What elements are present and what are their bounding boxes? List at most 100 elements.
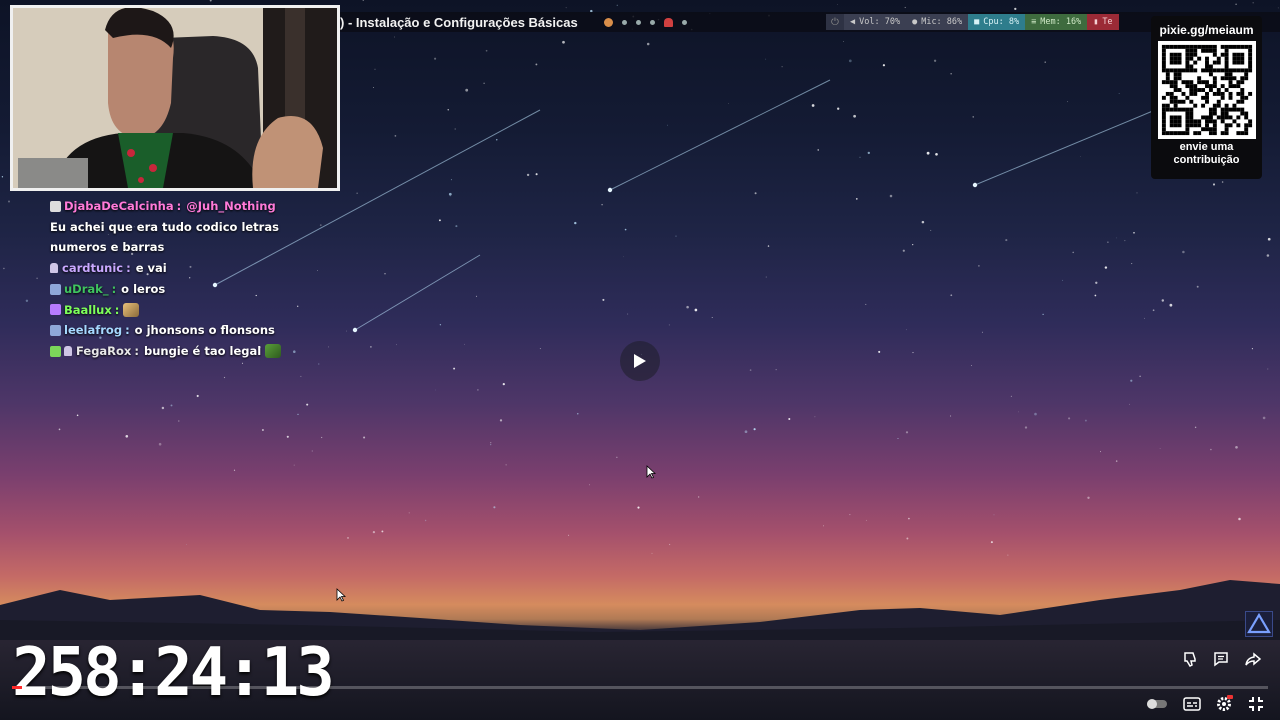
qr-module bbox=[1192, 103, 1197, 108]
qr-module bbox=[1224, 123, 1229, 128]
qr-module bbox=[1220, 76, 1225, 81]
star bbox=[1136, 192, 1138, 194]
chat-separator: : bbox=[134, 343, 139, 358]
chat-text: numeros e barras bbox=[50, 240, 165, 255]
star bbox=[1095, 281, 1098, 284]
shooting-star-head bbox=[972, 182, 978, 188]
shooting-star-head bbox=[352, 327, 358, 333]
comments-button[interactable] bbox=[1211, 649, 1231, 669]
qr-module bbox=[1173, 99, 1178, 104]
qr-module bbox=[1177, 88, 1182, 92]
star bbox=[837, 107, 840, 110]
star bbox=[1266, 254, 1270, 257]
qr-module bbox=[1188, 88, 1193, 92]
workspace-dot bbox=[621, 19, 627, 25]
qr-module bbox=[1235, 99, 1240, 104]
star bbox=[930, 229, 932, 231]
star bbox=[381, 530, 384, 533]
star bbox=[562, 40, 565, 44]
qr-module bbox=[1161, 107, 1166, 112]
qr-module bbox=[1161, 44, 1166, 49]
qr-module bbox=[1181, 44, 1185, 49]
star bbox=[848, 59, 852, 63]
qr-module bbox=[1165, 76, 1170, 81]
qr-module bbox=[1208, 131, 1213, 136]
star bbox=[823, 525, 824, 527]
star bbox=[1018, 411, 1020, 413]
qr-module bbox=[1177, 107, 1182, 112]
star bbox=[76, 414, 79, 417]
qr-module bbox=[1181, 91, 1185, 96]
qr-module bbox=[1212, 60, 1217, 65]
qr-module bbox=[1200, 44, 1205, 49]
star bbox=[1034, 412, 1037, 416]
subtitles-button[interactable] bbox=[1182, 694, 1202, 714]
exit-fullscreen-button[interactable] bbox=[1246, 694, 1266, 714]
workspace-dot bbox=[681, 19, 687, 25]
star bbox=[363, 436, 366, 439]
mic-status: ● Mic: 86% bbox=[906, 14, 969, 30]
qr-module bbox=[1228, 68, 1232, 73]
star bbox=[372, 530, 376, 534]
star bbox=[178, 420, 180, 422]
qr-module bbox=[1169, 84, 1174, 89]
star bbox=[601, 203, 603, 206]
star bbox=[311, 450, 313, 452]
qr-module bbox=[1216, 60, 1221, 65]
shooting-star bbox=[974, 107, 1161, 186]
star bbox=[384, 273, 386, 275]
star bbox=[935, 152, 938, 156]
qr-module bbox=[1188, 107, 1193, 112]
qr-module bbox=[1228, 123, 1232, 128]
qr-module bbox=[1165, 107, 1170, 112]
qr-module bbox=[1235, 84, 1240, 89]
star bbox=[867, 151, 870, 155]
donation-caption: envie uma contribuição bbox=[1173, 141, 1240, 166]
microphone-badge-icon bbox=[64, 346, 72, 357]
autoplay-toggle[interactable] bbox=[1145, 696, 1169, 712]
qr-module bbox=[1173, 115, 1178, 120]
star bbox=[602, 298, 605, 301]
qr-module bbox=[1184, 123, 1189, 128]
qr-module bbox=[1169, 107, 1174, 112]
play-button[interactable] bbox=[620, 341, 660, 381]
qr-module bbox=[1181, 131, 1185, 136]
star bbox=[449, 195, 451, 197]
share-button[interactable] bbox=[1243, 649, 1263, 669]
star bbox=[711, 317, 713, 319]
star bbox=[1107, 241, 1109, 243]
chat-emote-icon bbox=[265, 344, 282, 359]
star bbox=[1024, 426, 1028, 429]
qr-module bbox=[1247, 44, 1252, 49]
qr-module bbox=[1196, 76, 1201, 81]
mouse-cursor-icon bbox=[336, 588, 346, 602]
qr-module bbox=[1161, 48, 1166, 53]
qr-module bbox=[1239, 107, 1244, 112]
qr-module bbox=[1184, 80, 1189, 85]
progress-bar[interactable] bbox=[12, 686, 1268, 689]
star bbox=[356, 192, 358, 194]
cpu-icon: ■ bbox=[974, 17, 980, 27]
settings-button[interactable] bbox=[1214, 694, 1234, 714]
qr-module bbox=[1204, 123, 1209, 128]
qr-module bbox=[1235, 91, 1240, 96]
video-title: ) - Instalação e Configurações Básicas bbox=[340, 14, 578, 30]
qr-module bbox=[1231, 84, 1236, 89]
qr-module bbox=[1161, 123, 1166, 128]
qr-module bbox=[1169, 123, 1174, 128]
qr-module bbox=[1212, 131, 1217, 136]
qr-module bbox=[1231, 56, 1236, 61]
qr-module bbox=[1216, 103, 1221, 108]
qr-module bbox=[1161, 95, 1166, 100]
qr-module bbox=[1165, 80, 1170, 85]
qr-module bbox=[1177, 72, 1182, 77]
star bbox=[1238, 517, 1241, 521]
qr-module bbox=[1188, 80, 1193, 85]
star bbox=[261, 428, 264, 432]
star bbox=[1067, 101, 1069, 103]
star bbox=[233, 469, 236, 471]
qr-module bbox=[1204, 56, 1209, 61]
qr-module bbox=[1200, 80, 1205, 85]
dislike-button[interactable] bbox=[1180, 649, 1200, 669]
qr-module bbox=[1224, 68, 1229, 73]
